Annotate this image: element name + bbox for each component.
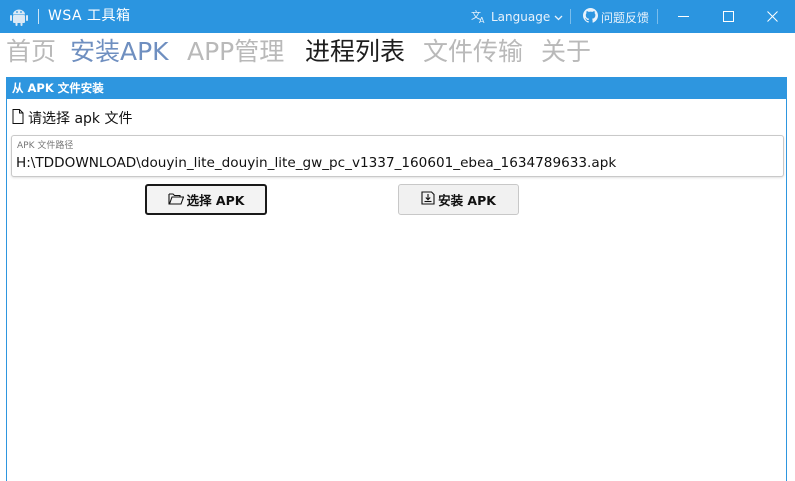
tab-file-transfer[interactable]: 文件传输 <box>423 36 523 68</box>
maximize-button[interactable] <box>705 0 751 33</box>
feedback-label: 问题反馈 <box>601 10 650 25</box>
chevron-down-icon <box>554 10 563 24</box>
apk-path-input[interactable] <box>16 152 776 174</box>
apk-path-field[interactable]: APK 文件路径 <box>11 135 784 177</box>
select-apk-button[interactable]: 选择 APK <box>145 184 267 215</box>
github-icon <box>583 8 598 26</box>
apk-path-label: APK 文件路径 <box>17 141 74 151</box>
install-apk-label: 安装 APK <box>438 193 496 208</box>
save-download-icon <box>421 191 435 208</box>
title-bar: WSA 工具箱 文 A Language 问题反馈 <box>0 0 795 33</box>
subtitle-text: 请选择 apk 文件 <box>28 111 133 127</box>
nav-tabs: 首页 安装APK APP管理 进程列表 文件传输 关于 <box>0 36 795 72</box>
language-label: Language <box>491 10 551 24</box>
tab-install-apk[interactable]: 安装APK <box>70 36 169 68</box>
panel-subtitle: 请选择 apk 文件 <box>12 108 132 128</box>
tab-home[interactable]: 首页 <box>6 36 56 68</box>
panel-header: 从 APK 文件安装 <box>7 78 786 99</box>
install-apk-panel: 从 APK 文件安装 请选择 apk 文件 APK 文件路径 选择 APK <box>6 77 787 481</box>
language-button[interactable]: 文 A Language <box>471 8 563 26</box>
select-apk-label: 选择 APK <box>186 193 245 208</box>
title-separator <box>38 9 39 24</box>
install-apk-button[interactable]: 安装 APK <box>398 184 519 215</box>
tab-process-list[interactable]: 进程列表 <box>305 36 405 68</box>
minimize-icon <box>677 7 689 26</box>
tab-about[interactable]: 关于 <box>541 36 591 68</box>
title-separator <box>570 9 571 24</box>
translate-icon: 文 A <box>471 9 487 26</box>
folder-open-icon <box>168 192 184 208</box>
tab-app-manage[interactable]: APP管理 <box>187 36 284 68</box>
feedback-button[interactable]: 问题反馈 <box>583 8 649 26</box>
app-title: WSA 工具箱 <box>48 8 131 24</box>
file-icon <box>12 108 24 128</box>
android-icon <box>9 8 29 26</box>
title-separator <box>657 9 658 24</box>
close-button[interactable] <box>750 0 795 33</box>
maximize-icon <box>722 7 734 26</box>
close-icon <box>767 7 778 26</box>
minimize-button[interactable] <box>660 0 706 33</box>
svg-text:A: A <box>479 16 485 23</box>
